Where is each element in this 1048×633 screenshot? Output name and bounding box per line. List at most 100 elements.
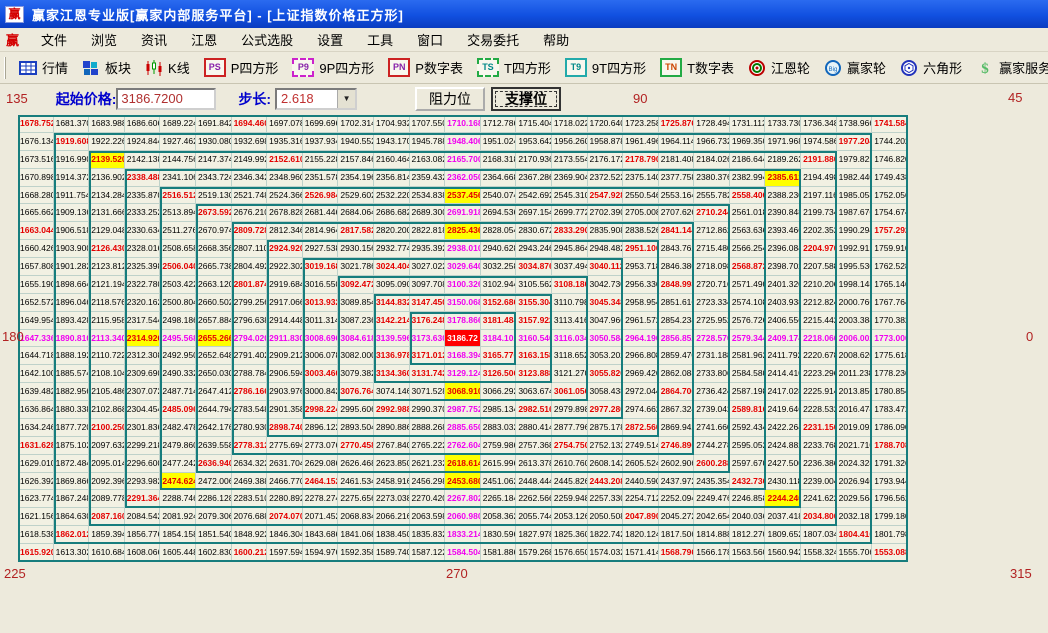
gann-cell[interactable]: 2270.420 (410, 490, 446, 508)
gann-cell[interactable]: 1914.372 (54, 169, 90, 187)
gann-cell[interactable]: 2791.402 (232, 347, 268, 365)
gann-cell[interactable]: 1966.732 (694, 133, 730, 151)
gann-cell[interactable]: 2511.276 (160, 222, 196, 240)
gann-cell[interactable]: 2359.432 (410, 169, 446, 187)
gann-cell[interactable]: 1741.584 (872, 115, 908, 133)
gann-cell[interactable]: 2095.014 (89, 455, 125, 473)
gann-cell[interactable]: 2176.172 (588, 151, 624, 169)
gann-cell[interactable]: 2102.868 (89, 401, 125, 419)
menu-item-2[interactable]: 资讯 (129, 28, 179, 51)
gann-cell[interactable]: 2506.040 (160, 258, 196, 276)
gann-cell[interactable]: 2453.680 (445, 473, 481, 491)
gann-cell[interactable]: 2461.534 (338, 473, 374, 491)
gann-cell[interactable]: 2589.816 (730, 401, 766, 419)
gann-cell[interactable]: 1927.462 (160, 133, 196, 151)
gann-cell[interactable]: 2741.660 (694, 419, 730, 437)
gann-cell[interactable]: 2540.074 (481, 187, 517, 205)
gann-cell[interactable]: 2019.092 (837, 419, 873, 437)
gann-cell[interactable]: 2299.218 (125, 437, 161, 455)
gann-cell[interactable]: 2626.468 (338, 455, 374, 473)
gann-cell[interactable]: 2516.512 (160, 187, 196, 205)
gann-cell[interactable]: 2220.678 (801, 347, 837, 365)
gann-cell[interactable]: 2121.194 (89, 276, 125, 294)
gann-cell[interactable]: 1953.642 (516, 133, 552, 151)
gann-cell[interactable]: 2398.702 (765, 258, 801, 276)
gann-cell[interactable]: 2034.800 (801, 508, 837, 526)
gann-cell[interactable]: 2273.038 (374, 490, 410, 508)
gann-cell[interactable]: 2919.684 (267, 276, 303, 294)
gann-cell[interactable]: 2351.578 (303, 169, 339, 187)
gann-cell[interactable]: 2108.104 (89, 365, 125, 383)
gann-cell[interactable]: 2545.310 (552, 187, 588, 205)
gann-cell[interactable]: 1875.102 (54, 437, 90, 455)
gann-cell[interactable]: 2068.834 (338, 508, 374, 526)
gann-cell[interactable]: 2684.064 (338, 204, 374, 222)
gann-cell[interactable]: 2367.286 (516, 169, 552, 187)
gann-cell[interactable]: 2492.950 (160, 347, 196, 365)
gann-cell[interactable]: 2893.504 (338, 419, 374, 437)
gann-cell[interactable]: 3047.966 (588, 312, 624, 330)
gann-cell[interactable]: 3055.820 (588, 365, 624, 383)
gann-cell[interactable]: 2665.738 (196, 258, 232, 276)
gann-cell[interactable]: 2498.186 (160, 312, 196, 330)
gann-cell[interactable]: 3092.472 (338, 276, 374, 294)
gann-cell[interactable]: 3105.562 (516, 276, 552, 294)
gann-cell[interactable]: 1924.844 (125, 133, 161, 151)
gann-cell[interactable]: 1903.900 (54, 240, 90, 258)
gann-cell[interactable]: 2249.476 (694, 490, 730, 508)
gann-cell[interactable]: 2639.558 (196, 437, 232, 455)
gann-cell[interactable]: 1843.686 (303, 526, 339, 544)
gann-cell[interactable]: 2362.050 (445, 169, 481, 187)
gann-cell[interactable]: 2814.964 (303, 222, 339, 240)
gann-cell[interactable]: 2972.044 (623, 383, 659, 401)
gann-cell[interactable]: 2561.018 (730, 204, 766, 222)
gann-cell[interactable]: 2513.894 (160, 204, 196, 222)
gann-cell[interactable]: 2495.568 (160, 330, 196, 348)
menu-item-9[interactable]: 帮助 (531, 28, 581, 51)
gann-cell[interactable]: 2867.324 (659, 401, 695, 419)
gann-cell[interactable]: 2309.690 (125, 365, 161, 383)
gann-cell[interactable]: 1566.178 (694, 544, 730, 562)
gann-cell[interactable]: 2519.130 (196, 187, 232, 205)
gann-cell[interactable]: 1660.426 (18, 240, 54, 258)
gann-cell[interactable]: 2155.228 (303, 151, 339, 169)
gann-cell[interactable]: 2474.624 (160, 473, 196, 491)
gann-cell[interactable]: 2835.908 (588, 222, 624, 240)
gann-cell[interactable]: 2623.850 (374, 455, 410, 473)
gann-cell[interactable]: 2977.280 (588, 401, 624, 419)
gann-cell[interactable]: 1718.022 (552, 115, 588, 133)
gann-cell[interactable]: 3181.484 (481, 312, 517, 330)
gann-cell[interactable]: 2794.020 (232, 330, 268, 348)
gann-cell[interactable]: 3121.270 (552, 365, 588, 383)
gann-cell[interactable]: 2348.960 (267, 169, 303, 187)
gann-cell[interactable]: 1636.864 (18, 401, 54, 419)
gann-cell[interactable]: 1683.988 (89, 115, 125, 133)
gann-cell[interactable]: 1945.788 (410, 133, 446, 151)
gann-cell[interactable]: 2924.920 (267, 240, 303, 258)
gann-cell[interactable]: 2670.974 (196, 222, 232, 240)
gann-cell[interactable]: 3152.686 (481, 294, 517, 312)
gann-cell[interactable]: 2783.548 (232, 401, 268, 419)
gann-cell[interactable]: 2233.768 (801, 437, 837, 455)
gann-cell[interactable]: 2759.986 (481, 437, 517, 455)
gann-cell[interactable]: 2880.414 (516, 419, 552, 437)
gann-cell[interactable]: 2660.502 (196, 294, 232, 312)
gann-cell[interactable]: 2731.188 (694, 347, 730, 365)
gann-cell[interactable]: 1759.910 (872, 240, 908, 258)
gann-cell[interactable]: 2152.610 (267, 151, 303, 169)
toolbar-button-T数字表[interactable]: TNT数字表 (660, 58, 734, 77)
gann-cell[interactable]: 3102.944 (481, 276, 517, 294)
gann-cell[interactable]: 1893.428 (54, 312, 90, 330)
start-price-input[interactable] (116, 88, 216, 110)
gann-cell[interactable]: 2419.646 (765, 401, 801, 419)
gann-cell[interactable]: 2909.212 (267, 347, 303, 365)
gann-cell[interactable]: 2951.100 (623, 240, 659, 258)
gann-cell[interactable]: 2862.088 (659, 365, 695, 383)
gann-cell[interactable]: 3123.888 (516, 365, 552, 383)
gann-cell[interactable]: 2293.982 (125, 473, 161, 491)
gann-cell[interactable]: 2129.048 (89, 222, 125, 240)
gann-cell[interactable]: 2631.704 (267, 455, 303, 473)
gann-cell[interactable]: 2259.948 (552, 490, 588, 508)
gann-cell[interactable]: 1615.920 (18, 544, 54, 562)
gann-cell[interactable]: 2369.904 (552, 169, 588, 187)
